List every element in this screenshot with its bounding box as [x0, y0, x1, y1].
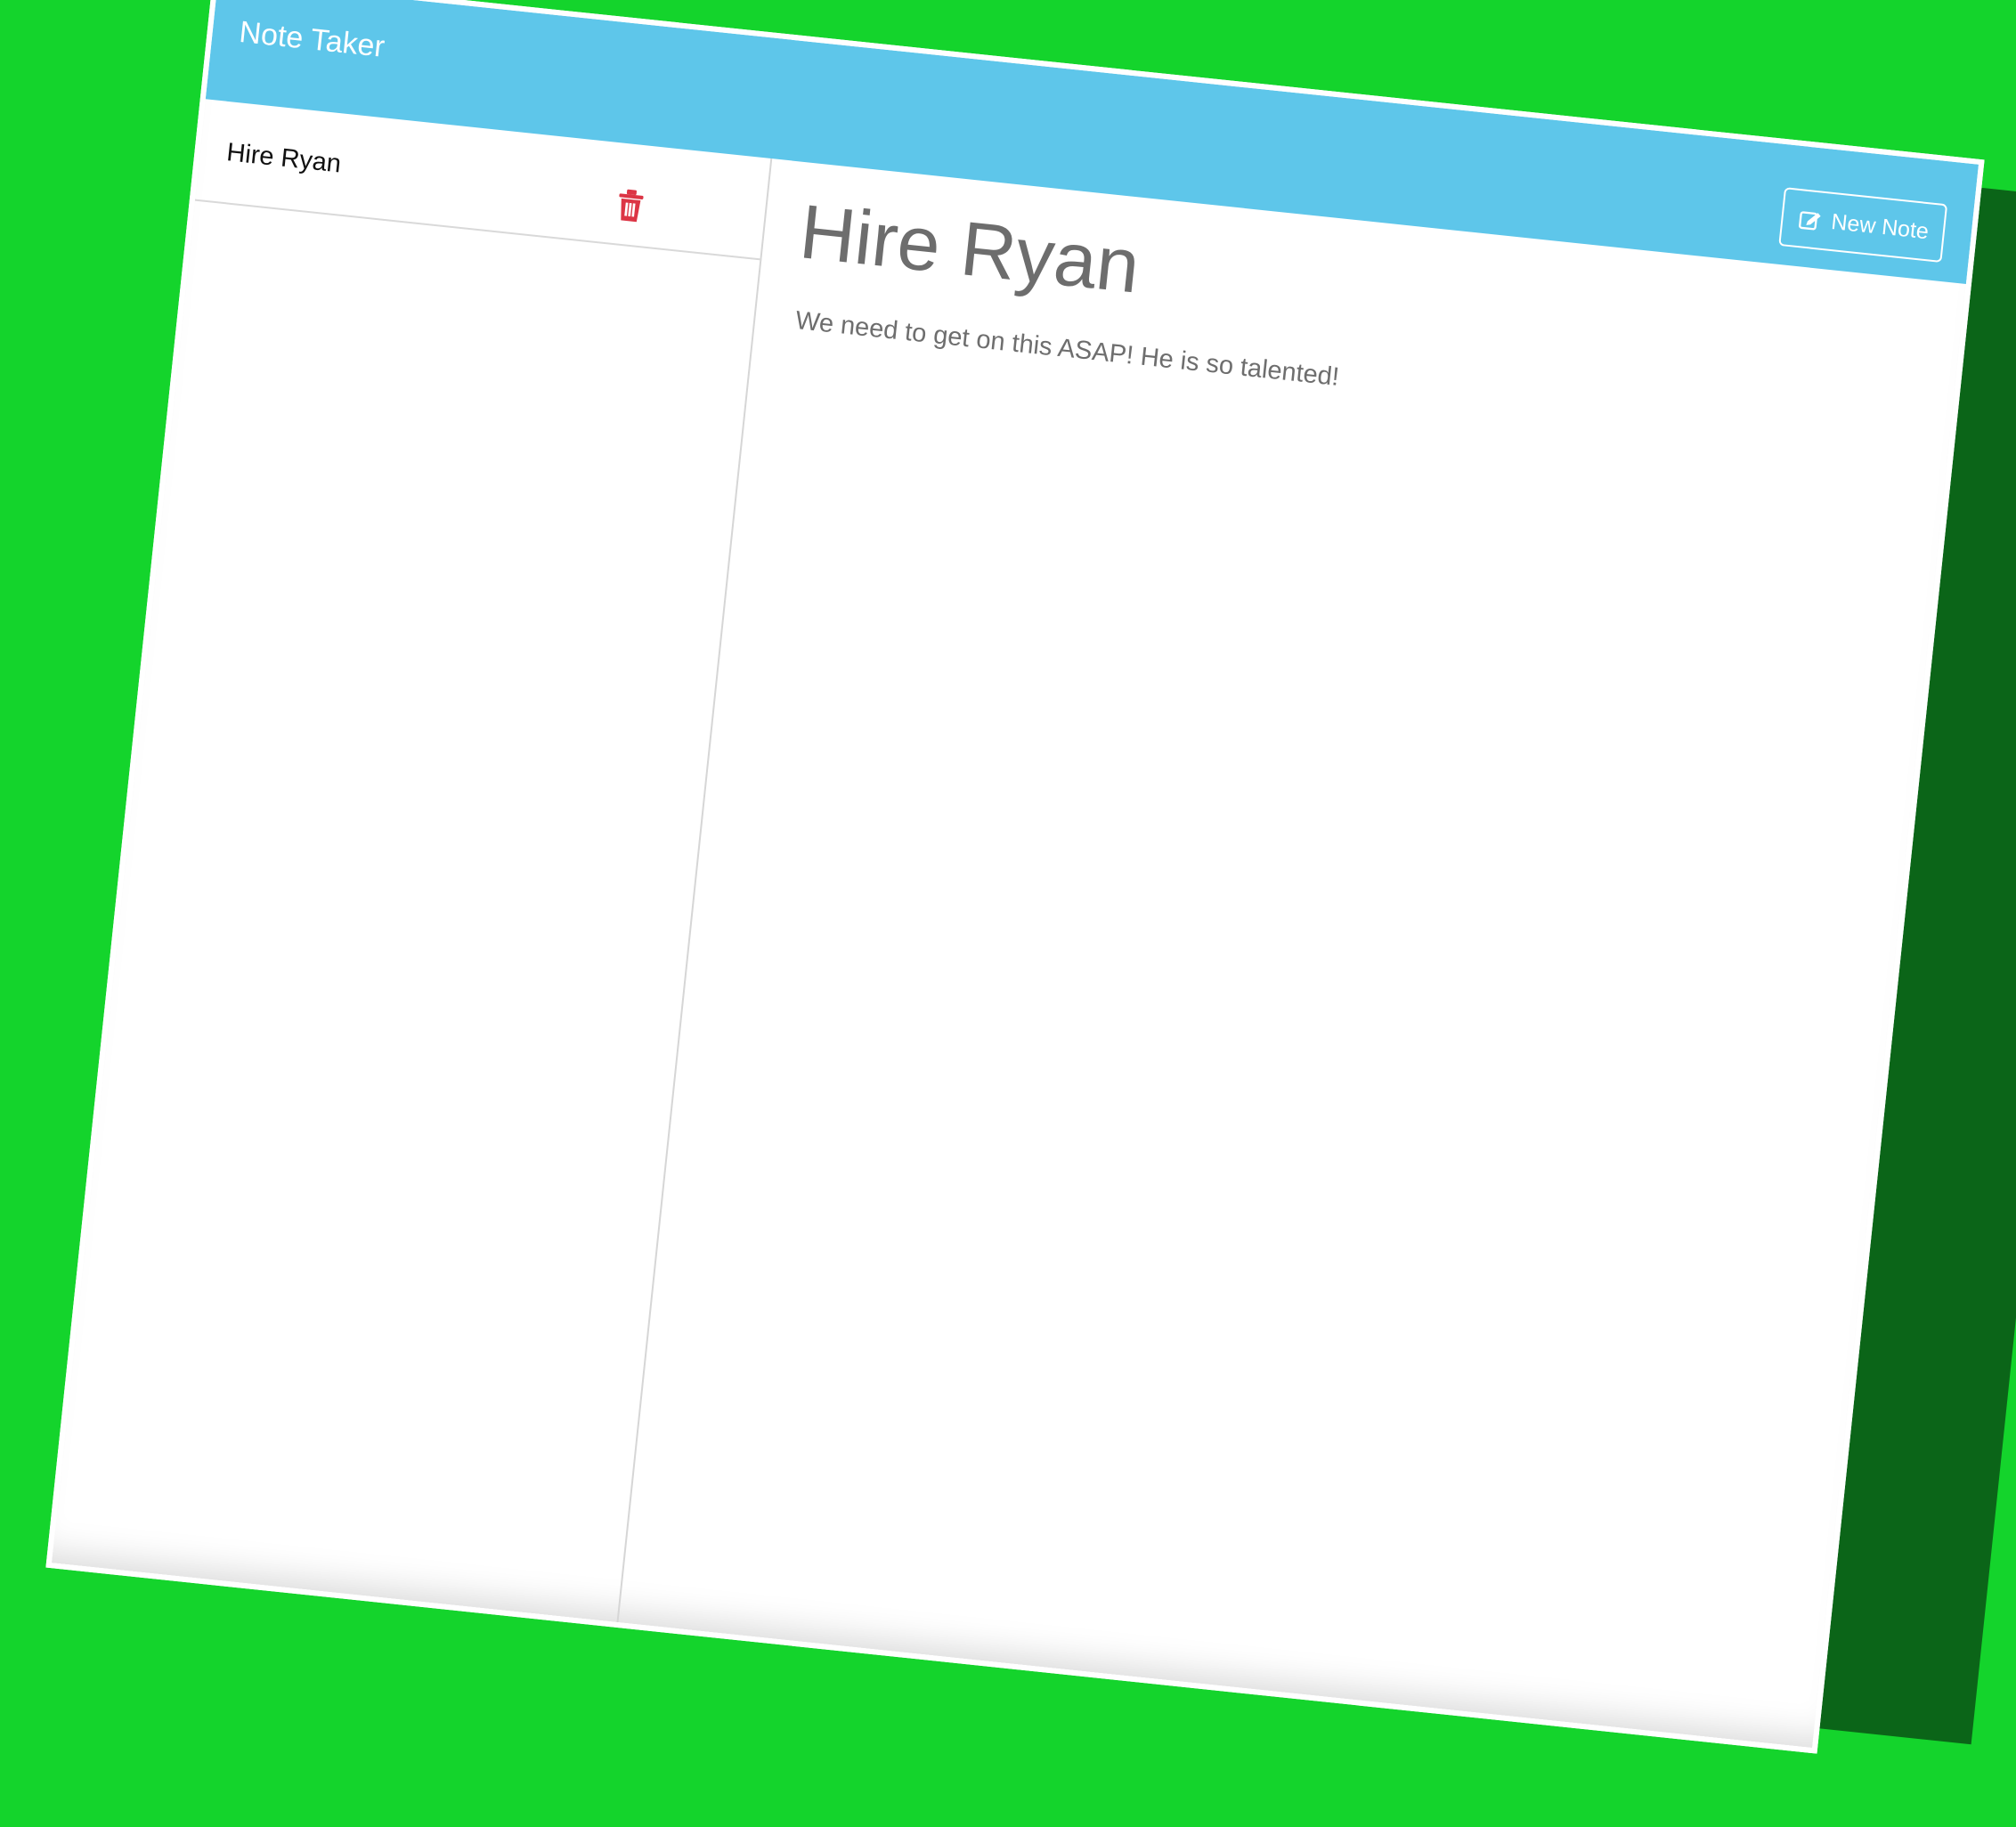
note-title-input[interactable]: Hire Ryan [796, 189, 1143, 309]
new-note-label: New Note [1830, 208, 1931, 244]
app-window: Note Taker New Note Hire Ryan Hire Ryan … [45, 0, 1985, 1754]
note-text-area[interactable]: We need to get on this ASAP! He is so ta… [794, 304, 1341, 394]
trash-icon[interactable] [614, 187, 647, 223]
pencil-square-icon [1799, 211, 1821, 231]
note-editor: Hire Ryan We need to get on this ASAP! H… [618, 158, 1965, 1748]
note-item-title[interactable]: Hire Ryan [225, 137, 343, 179]
new-note-button[interactable]: New Note [1778, 187, 1948, 264]
app-title: Note Taker [237, 14, 386, 64]
